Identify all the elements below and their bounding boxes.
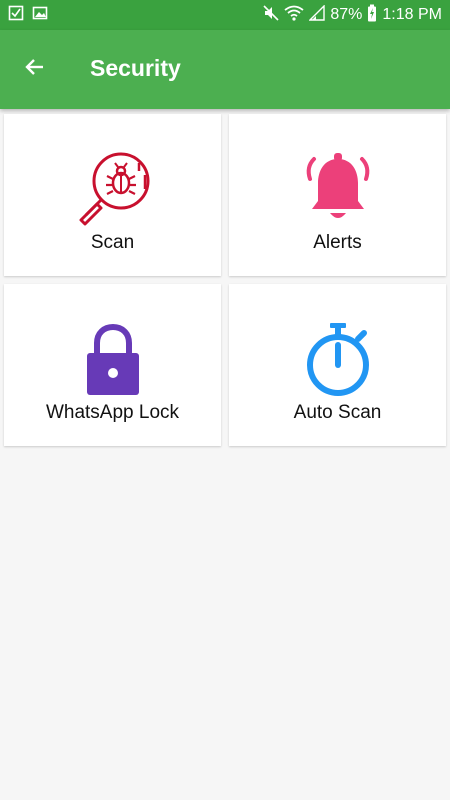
whatsapp-lock-tile-label: WhatsApp Lock: [45, 402, 180, 423]
battery-charging-icon: [367, 4, 377, 27]
app-bar: Security: [0, 30, 450, 109]
stopwatch-icon: [298, 319, 378, 404]
mute-icon: [263, 4, 279, 26]
whatsapp-lock-tile[interactable]: WhatsApp Lock: [4, 284, 221, 446]
alerts-tile-label: Alerts: [313, 232, 362, 253]
bell-icon: [298, 149, 378, 234]
bug-scan-icon: [73, 149, 153, 234]
lock-icon: [73, 319, 153, 404]
scan-tile[interactable]: Scan: [4, 114, 221, 276]
back-button[interactable]: [20, 54, 50, 84]
image-icon: [32, 5, 48, 26]
scan-tile-label: Scan: [90, 232, 135, 253]
battery-percent: 87%: [330, 6, 363, 23]
status-bar: 87% 1:18 PM: [0, 0, 450, 30]
checkbox-icon: [8, 5, 24, 26]
auto-scan-tile-label: Auto Scan: [293, 402, 382, 423]
status-time: 1:18 PM: [382, 6, 442, 23]
page-title: Security: [90, 55, 181, 81]
auto-scan-tile[interactable]: Auto Scan: [229, 284, 446, 446]
arrow-left-icon: [23, 55, 47, 84]
wifi-icon: [284, 5, 304, 26]
alerts-tile[interactable]: Alerts: [229, 114, 446, 276]
signal-icon: [308, 3, 326, 26]
